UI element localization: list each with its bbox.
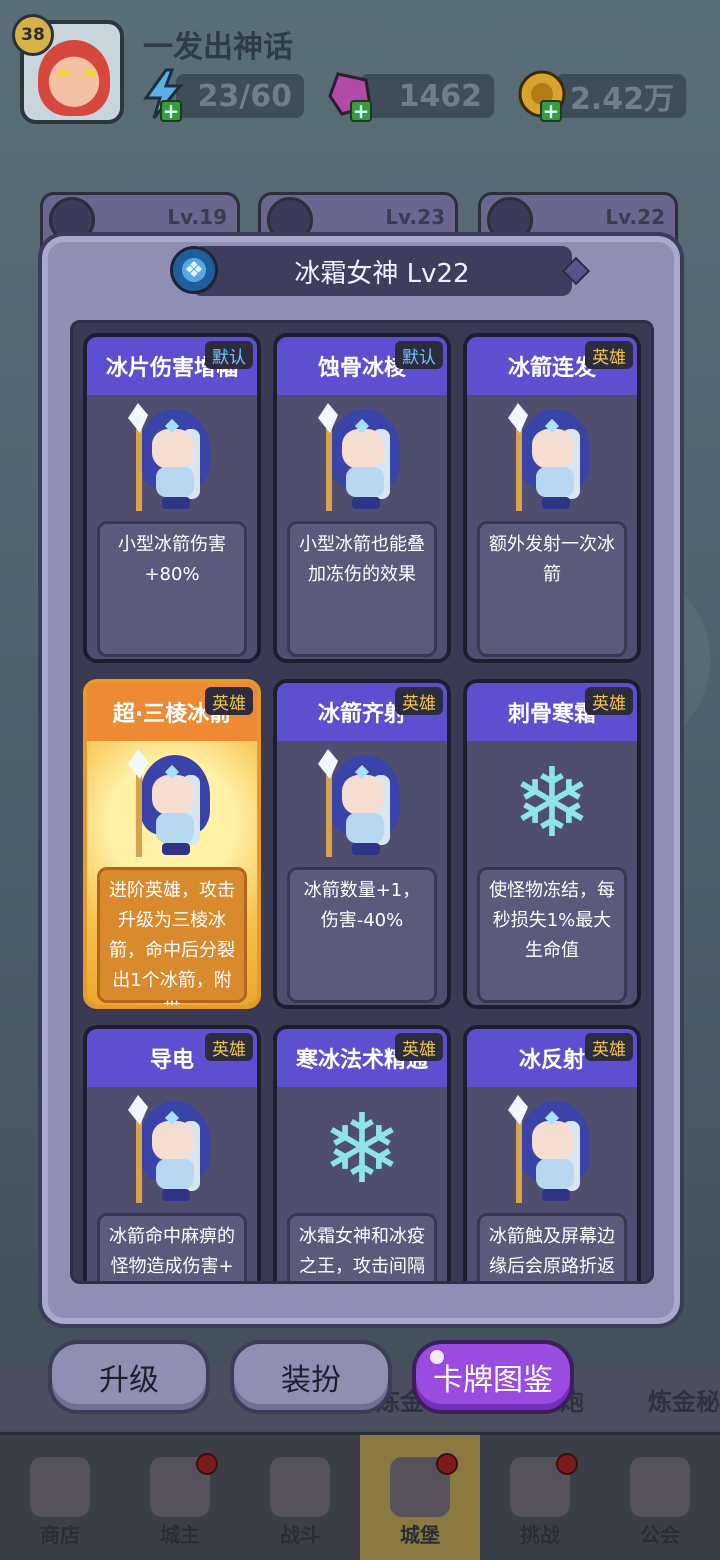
bottom-nav: 商店 城主 战斗 城堡 挑战 公会 <box>0 1432 720 1560</box>
crossed-swords-icon <box>270 1457 330 1517</box>
card-description: 冰箭数量+1，伤害-40% <box>287 867 437 1003</box>
nav-lord[interactable]: 城主 <box>120 1435 240 1560</box>
card-body: 冰箭数量+1，伤害-40% <box>277 741 447 1005</box>
gold-plus-icon[interactable]: + <box>540 99 562 123</box>
ice-goddess-figure <box>122 1093 222 1203</box>
energy-counter: 23/60 <box>176 74 304 118</box>
card-collection-button-label: 卡牌图鉴 <box>433 1363 553 1398</box>
card-body: 进阶英雄，攻击升级为三棱冰箭，命中后分裂出1个冰箭，附带 <box>87 741 257 1005</box>
skill-card[interactable]: 导电 英雄 冰箭命中麻痹的怪物造成伤害+ <box>83 1025 261 1281</box>
card-tag: 英雄 <box>205 687 253 715</box>
skill-card[interactable]: 冰箭齐射 英雄 冰箭数量+1，伤害-40% <box>273 679 451 1009</box>
gold-counter: 2.42万 <box>556 74 686 118</box>
card-description: 小型冰箭也能叠加冻伤的效果 <box>287 521 437 657</box>
nav-label: 挑战 <box>520 1523 560 1547</box>
card-tag: 默认 <box>205 341 253 369</box>
nav-label: 公会 <box>640 1523 680 1547</box>
card-body: ❄ 使怪物冻结，每秒损失1%最大生命值 <box>467 741 637 1005</box>
card-body: 冰箭触及屏幕边缘后会原路折返 <box>467 1087 637 1281</box>
avatar-face <box>38 40 110 116</box>
player-level-badge: 38 <box>12 14 54 56</box>
snowflake-icon: ❄ <box>321 1093 403 1205</box>
skill-card[interactable]: 冰反射 英雄 冰箭触及屏幕边缘后会原路折返 <box>463 1025 641 1281</box>
active-indicator-dot <box>430 1350 444 1364</box>
player-name: 一发出神话 <box>143 30 293 65</box>
hero-tab-level: Lv.22 <box>605 205 665 229</box>
nav-battle[interactable]: 战斗 <box>240 1435 360 1560</box>
panel-title-bar: 冰霜女神 Lv22 <box>192 246 591 296</box>
skill-card[interactable]: 冰箭连发 英雄 额外发射一次冰箭 <box>463 333 641 663</box>
card-tag: 英雄 <box>395 1033 443 1061</box>
card-description: 额外发射一次冰箭 <box>477 521 627 657</box>
skill-card[interactable]: 冰片伤害增幅 默认 小型冰箭伤害+80% <box>83 333 261 663</box>
nav-label: 城主 <box>160 1523 200 1547</box>
card-tag: 英雄 <box>395 687 443 715</box>
notification-dot <box>556 1453 578 1475</box>
guild-banner-icon <box>630 1457 690 1517</box>
nav-guild[interactable]: 公会 <box>600 1435 720 1560</box>
nav-label: 城堡 <box>400 1523 440 1547</box>
ice-crystal-icon: ❖ <box>170 246 218 294</box>
gem-counter: 1462 <box>360 74 494 118</box>
nav-castle[interactable]: 城堡 <box>360 1435 480 1560</box>
ice-goddess-figure <box>312 401 412 511</box>
card-description: 进阶英雄，攻击升级为三棱冰箭，命中后分裂出1个冰箭，附带 <box>97 867 247 1005</box>
feature-strip-item[interactable]: 炼金秘 <box>648 1382 720 1417</box>
avatar-eye-left <box>58 70 70 76</box>
dress-up-button-label: 装扮 <box>281 1363 341 1398</box>
card-body: 小型冰箭也能叠加冻伤的效果 <box>277 395 447 659</box>
nav-label: 商店 <box>40 1523 80 1547</box>
shop-icon <box>30 1457 90 1517</box>
top-bar: 38 一发出神话 23/60 + 1462 + 2.42万 + <box>0 0 720 140</box>
skill-card-panel: ❖ 冰霜女神 Lv22 冰片伤害增幅 默认 小型冰箭伤害+80% 蚀骨冰棱 默认 <box>38 232 684 1328</box>
card-description: 冰箭触及屏幕边缘后会原路折返 <box>477 1213 627 1281</box>
card-body: 冰箭命中麻痹的怪物造成伤害+ <box>87 1087 257 1281</box>
ice-goddess-figure <box>502 1093 602 1203</box>
card-tag: 英雄 <box>205 1033 253 1061</box>
skill-card-highlighted[interactable]: 超·三棱冰箭 英雄 进阶英雄，攻击升级为三棱冰箭，命中后分裂出1个冰箭，附带 <box>83 679 261 1009</box>
upgrade-button[interactable]: 升级 <box>48 1340 210 1414</box>
card-body: 额外发射一次冰箭 <box>467 395 637 659</box>
skill-card[interactable]: 蚀骨冰棱 默认 小型冰箭也能叠加冻伤的效果 <box>273 333 451 663</box>
card-description: 小型冰箭伤害+80% <box>97 521 247 657</box>
card-body: 小型冰箭伤害+80% <box>87 395 257 659</box>
nav-challenge[interactable]: 挑战 <box>480 1435 600 1560</box>
card-tag: 英雄 <box>585 687 633 715</box>
nav-label: 战斗 <box>280 1523 320 1547</box>
notification-dot <box>196 1453 218 1475</box>
gem-plus-icon[interactable]: + <box>350 99 372 123</box>
card-description: 使怪物冻结，每秒损失1%最大生命值 <box>477 867 627 1003</box>
energy-plus-icon[interactable]: + <box>160 99 182 123</box>
hero-tab-level: Lv.19 <box>167 205 227 229</box>
card-collection-button[interactable]: 卡牌图鉴 <box>412 1340 574 1414</box>
hero-tab-level: Lv.23 <box>385 205 445 229</box>
notification-dot <box>436 1453 458 1475</box>
skill-card[interactable]: 刺骨寒霜 英雄 ❄ 使怪物冻结，每秒损失1%最大生命值 <box>463 679 641 1009</box>
avatar-eye-right <box>84 70 96 76</box>
card-tag: 英雄 <box>585 1033 633 1061</box>
ice-goddess-figure <box>502 401 602 511</box>
card-tag: 默认 <box>395 341 443 369</box>
snowflake-icon: ❄ <box>511 747 593 859</box>
nav-shop[interactable]: 商店 <box>0 1435 120 1560</box>
card-description: 冰霜女神和冰疫之王，攻击间隔 <box>287 1213 437 1281</box>
ice-goddess-figure <box>122 401 222 511</box>
panel-title: 冰霜女神 Lv22 <box>294 258 470 289</box>
card-grid[interactable]: 冰片伤害增幅 默认 小型冰箭伤害+80% 蚀骨冰棱 默认 小型冰箭也能叠加冻伤的… <box>70 320 654 1284</box>
ice-goddess-figure <box>312 747 412 857</box>
upgrade-button-label: 升级 <box>99 1363 159 1398</box>
card-body: ❄ 冰霜女神和冰疫之王，攻击间隔 <box>277 1087 447 1281</box>
card-description: 冰箭命中麻痹的怪物造成伤害+ <box>97 1213 247 1281</box>
ice-goddess-figure <box>122 747 222 857</box>
dress-up-button[interactable]: 装扮 <box>230 1340 392 1414</box>
card-tag: 英雄 <box>585 341 633 369</box>
skill-card[interactable]: 寒冰法术精通 英雄 ❄ 冰霜女神和冰疫之王，攻击间隔 <box>273 1025 451 1281</box>
diamond-ornament-icon <box>561 256 591 286</box>
